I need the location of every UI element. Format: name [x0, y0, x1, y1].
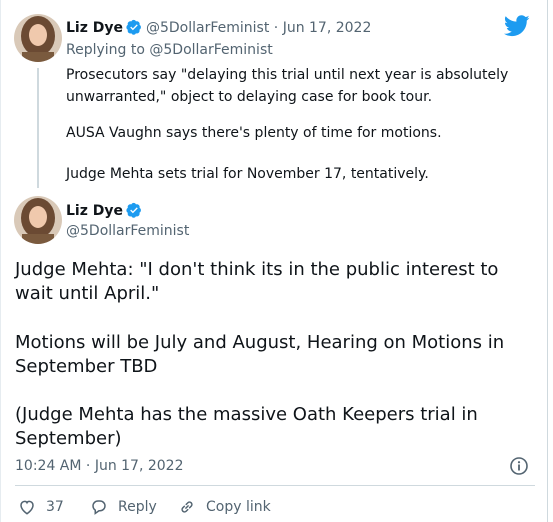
copy-link-label: Copy link: [206, 499, 271, 515]
separator: ·: [269, 20, 283, 36]
link-icon: [181, 501, 193, 513]
like-button[interactable]: 37: [18, 498, 64, 516]
copy-link-button[interactable]: Copy link: [178, 498, 271, 516]
thread-connector: [37, 68, 39, 188]
reply-icon: [92, 500, 106, 515]
like-count: 37: [46, 499, 64, 515]
verified-badge-icon: [126, 19, 142, 39]
main-tweet-paragraph: (Judge Mehta has the massive Oath Keeper…: [15, 404, 478, 449]
avatar-image: [14, 196, 62, 244]
main-tweet-header: Liz Dye: [66, 202, 146, 222]
reply-tweet-paragraph: AUSA Vaughn says there's plenty of time …: [66, 125, 442, 141]
tweet-timestamp[interactable]: 10:24 AM · Jun 17, 2022: [15, 458, 183, 474]
avatar[interactable]: [14, 196, 62, 244]
info-icon[interactable]: [509, 456, 529, 476]
main-tweet-paragraph: Motions will be July and August, Hearing…: [15, 332, 505, 377]
handle[interactable]: @5DollarFeminist: [66, 223, 189, 239]
reply-tweet-header: Liz Dye @5DollarFeminist · Jun 17, 2022: [66, 19, 371, 39]
display-name[interactable]: Liz Dye: [66, 20, 123, 36]
replying-to: Replying to @5DollarFeminist: [66, 42, 273, 58]
display-name[interactable]: Liz Dye: [66, 203, 123, 219]
heart-icon: [20, 500, 34, 515]
avatar[interactable]: [14, 14, 62, 62]
reply-button[interactable]: Reply: [90, 498, 157, 516]
replying-to-label: Replying to: [66, 42, 145, 58]
verified-badge-icon: [126, 202, 142, 222]
tweet-date[interactable]: Jun 17, 2022: [283, 20, 372, 36]
avatar-image: [14, 14, 62, 62]
twitter-bird-icon[interactable]: [503, 15, 530, 41]
separator: ·: [81, 458, 95, 474]
tweet-time[interactable]: 10:24 AM: [15, 458, 81, 474]
main-tweet-paragraph: Judge Mehta: "I don't think its in the p…: [15, 259, 499, 304]
divider: [15, 485, 535, 486]
reply-label: Reply: [118, 499, 157, 515]
reply-tweet-paragraph: Prosecutors say "delaying this trial unt…: [66, 67, 509, 105]
handle[interactable]: @5DollarFeminist: [146, 20, 269, 36]
reply-tweet-paragraph: Judge Mehta sets trial for November 17, …: [66, 166, 429, 182]
replying-to-handle[interactable]: @5DollarFeminist: [149, 42, 272, 58]
tweet-date[interactable]: Jun 17, 2022: [95, 458, 184, 474]
